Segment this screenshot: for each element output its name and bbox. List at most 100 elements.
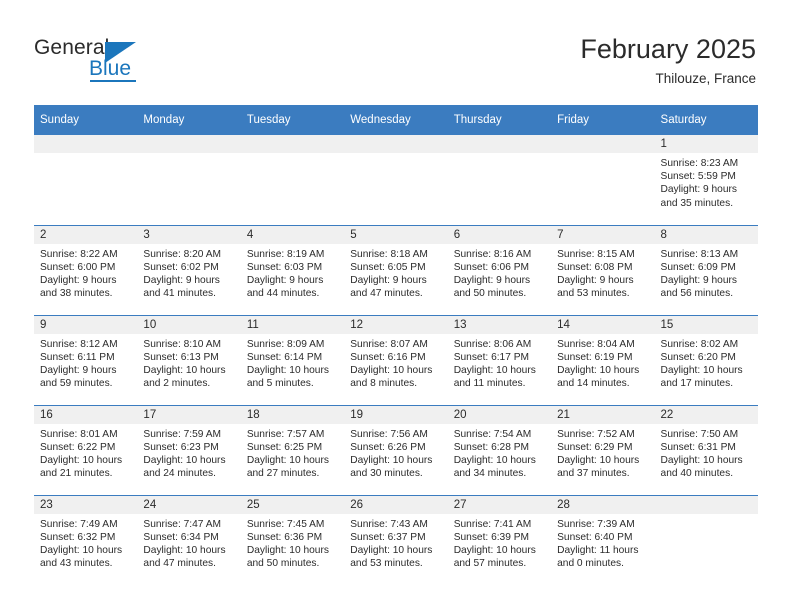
calendar-day-cell-empty xyxy=(240,135,345,223)
calendar-day-cell[interactable]: 17 Sunrise: 7:59 AM Sunset: 6:23 PM Dayligh… xyxy=(137,405,241,494)
day-detail-line: and 30 minutes. xyxy=(350,468,423,480)
day-detail-line: Sunset: 6:32 PM xyxy=(40,531,116,543)
calendar-day-cell[interactable]: 8 Sunrise: 8:13 AM Sunset: 6:09 PM Daylight… xyxy=(654,225,758,314)
day-detail-line: Daylight: 10 hours xyxy=(246,364,329,376)
calendar-day-cell[interactable]: 27 Sunrise: 7:41 AM Sunset: 6:39 PM Dayligh… xyxy=(447,495,552,584)
calendar-day-cell[interactable]: 3 Sunrise: 8:20 AM Sunset: 6:02 PM Daylight… xyxy=(137,225,241,314)
day-detail-line: Sunset: 6:06 PM xyxy=(453,261,530,273)
day-number: 3 xyxy=(137,225,241,244)
calendar-day-cell-empty xyxy=(344,135,448,223)
day-details: Sunrise: 8:10 AM Sunset: 6:13 PM Daylight:… xyxy=(137,334,240,391)
day-detail-line: Sunset: 6:11 PM xyxy=(40,351,115,363)
calendar-day-cell[interactable]: 28 Sunrise: 7:39 AM Sunset: 6:40 PM Dayligh… xyxy=(551,495,655,584)
day-details: Sunrise: 8:04 AM Sunset: 6:19 PM Daylight:… xyxy=(551,334,654,391)
day-detail-line: Sunrise: 8:18 AM xyxy=(350,248,428,260)
day-detail-line: Sunset: 6:17 PM xyxy=(453,351,530,363)
day-detail-line: and 47 minutes. xyxy=(143,558,216,570)
calendar-day-cell[interactable]: 22 Sunrise: 7:50 AM Sunset: 6:31 PM Dayligh… xyxy=(654,405,758,494)
day-detail-line: and 21 minutes. xyxy=(40,468,113,480)
calendar-day-cell[interactable]: 5 Sunrise: 8:18 AM Sunset: 6:05 PM Daylight… xyxy=(344,225,448,314)
calendar-day-cell[interactable]: 2 Sunrise: 8:22 AM Sunset: 6:00 PM Daylight… xyxy=(34,225,138,314)
day-detail-line: and 43 minutes. xyxy=(40,558,113,570)
day-details: Sunrise: 7:57 AM Sunset: 6:25 PM Daylight:… xyxy=(241,424,344,481)
calendar-body: 1 Sunrise: 8:23 AM Sunset: 5:59 PM Daylight… xyxy=(34,135,758,585)
calendar-day-cell[interactable]: 11 Sunrise: 8:09 AM Sunset: 6:14 PM Dayligh… xyxy=(240,315,345,404)
calendar-week-row: 1 Sunrise: 8:23 AM Sunset: 5:59 PM Daylight… xyxy=(34,135,758,225)
day-detail-line: and 50 minutes. xyxy=(246,558,320,570)
calendar-day-cell[interactable]: 19 Sunrise: 7:56 AM Sunset: 6:26 PM Dayligh… xyxy=(344,405,448,494)
day-details: Sunrise: 8:02 AM Sunset: 6:20 PM Daylight:… xyxy=(655,334,758,391)
calendar-day-cell[interactable]: 23 Sunrise: 7:49 AM Sunset: 6:32 PM Dayligh… xyxy=(34,495,138,584)
day-detail-line: and 14 minutes. xyxy=(557,378,630,390)
calendar-header-row: Sunday Monday Tuesday Wednesday Thursday Frid… xyxy=(34,105,758,135)
day-details xyxy=(655,514,758,518)
calendar-day-cell[interactable]: 4 Sunrise: 8:19 AM Sunset: 6:03 PM Daylight… xyxy=(240,225,345,314)
day-number: 11 xyxy=(240,315,345,334)
day-detail-line: Sunrise: 8:04 AM xyxy=(557,338,635,350)
day-details: Sunrise: 7:50 AM Sunset: 6:31 PM Daylight:… xyxy=(655,424,758,481)
day-number xyxy=(34,135,138,153)
day-detail-line: Sunset: 6:20 PM xyxy=(660,351,736,363)
calendar-day-cell[interactable]: 7 Sunrise: 8:15 AM Sunset: 6:08 PM Daylight… xyxy=(551,225,655,314)
day-detail-line: Sunrise: 8:09 AM xyxy=(246,338,325,350)
day-detail-line: Sunset: 6:00 PM xyxy=(40,261,116,273)
calendar-day-cell[interactable]: 15 Sunrise: 8:02 AM Sunset: 6:20 PM Dayligh… xyxy=(654,315,758,404)
calendar-day-cell[interactable]: 10 Sunrise: 8:10 AM Sunset: 6:13 PM Dayligh… xyxy=(137,315,241,404)
day-details: Sunrise: 8:18 AM Sunset: 6:05 PM Daylight:… xyxy=(344,244,447,301)
calendar-day-cell[interactable]: 1 Sunrise: 8:23 AM Sunset: 5:59 PM Daylight… xyxy=(654,135,758,223)
calendar-day-cell[interactable]: 6 Sunrise: 8:16 AM Sunset: 6:06 PM Daylight… xyxy=(447,225,552,314)
day-number: 18 xyxy=(240,405,345,424)
calendar-day-cell[interactable]: 20 Sunrise: 7:54 AM Sunset: 6:28 PM Dayligh… xyxy=(447,405,552,494)
calendar-day-cell[interactable]: 12 Sunrise: 8:07 AM Sunset: 6:16 PM Dayligh… xyxy=(344,315,448,404)
calendar-day-cell[interactable]: 21 Sunrise: 7:52 AM Sunset: 6:29 PM Dayligh… xyxy=(551,405,655,494)
day-detail-line: Sunset: 6:36 PM xyxy=(246,531,323,543)
day-detail-line: Daylight: 9 hours xyxy=(660,184,737,196)
day-number: 16 xyxy=(34,405,138,424)
day-detail-line: Sunrise: 8:06 AM xyxy=(453,338,532,350)
day-detail-line: and 35 minutes. xyxy=(660,197,734,209)
calendar-day-cell[interactable]: 26 Sunrise: 7:43 AM Sunset: 6:37 PM Dayligh… xyxy=(344,495,448,584)
calendar-day-cell[interactable]: 13 Sunrise: 8:06 AM Sunset: 6:17 PM Dayligh… xyxy=(447,315,552,404)
day-detail-line: and 53 minutes. xyxy=(350,558,423,570)
day-detail-line: Sunrise: 8:12 AM xyxy=(40,338,118,350)
day-detail-line: Sunrise: 7:56 AM xyxy=(350,428,428,440)
general-blue-logo[interactable]: General Blue xyxy=(34,36,214,86)
calendar-day-cell[interactable]: 16 Sunrise: 8:01 AM Sunset: 6:22 PM Dayligh… xyxy=(34,405,138,494)
day-details xyxy=(137,153,240,157)
day-detail-line: Daylight: 10 hours xyxy=(40,454,123,466)
weekday-header-saturday: Saturday xyxy=(654,105,758,135)
day-details: Sunrise: 7:41 AM Sunset: 6:39 PM Daylight:… xyxy=(448,514,551,571)
day-details: Sunrise: 7:56 AM Sunset: 6:26 PM Daylight:… xyxy=(344,424,447,481)
day-detail-line: and 56 minutes. xyxy=(660,288,734,300)
day-detail-line: and 27 minutes. xyxy=(246,468,320,480)
day-detail-line: and 17 minutes. xyxy=(660,378,734,390)
day-detail-line: Sunrise: 7:45 AM xyxy=(246,518,325,530)
day-detail-line: Sunset: 6:19 PM xyxy=(557,351,633,363)
day-detail-line: Daylight: 11 hours xyxy=(557,544,639,556)
calendar-day-cell[interactable]: 14 Sunrise: 8:04 AM Sunset: 6:19 PM Dayligh… xyxy=(551,315,655,404)
calendar-day-cell[interactable]: 25 Sunrise: 7:45 AM Sunset: 6:36 PM Dayligh… xyxy=(240,495,345,584)
day-details: Sunrise: 7:45 AM Sunset: 6:36 PM Daylight:… xyxy=(241,514,344,571)
calendar-week-row: 9 Sunrise: 8:12 AM Sunset: 6:11 PM Daylight… xyxy=(34,314,758,405)
day-detail-line: Sunrise: 8:07 AM xyxy=(350,338,428,350)
day-detail-line: Sunrise: 8:10 AM xyxy=(143,338,222,350)
calendar-day-cell[interactable]: 24 Sunrise: 7:47 AM Sunset: 6:34 PM Dayligh… xyxy=(137,495,241,584)
calendar-week-row: 23 Sunrise: 7:49 AM Sunset: 6:32 PM Dayligh… xyxy=(34,494,758,585)
day-details xyxy=(241,153,344,157)
day-details: Sunrise: 8:09 AM Sunset: 6:14 PM Daylight:… xyxy=(241,334,344,391)
day-detail-line: Sunset: 6:29 PM xyxy=(557,441,633,453)
day-number: 1 xyxy=(654,135,758,153)
calendar-day-cell[interactable]: 18 Sunrise: 7:57 AM Sunset: 6:25 PM Dayligh… xyxy=(240,405,345,494)
calendar-day-cell[interactable]: 9 Sunrise: 8:12 AM Sunset: 6:11 PM Daylight… xyxy=(34,315,138,404)
day-detail-line: Daylight: 10 hours xyxy=(246,544,329,556)
day-number: 8 xyxy=(654,225,758,244)
day-number: 14 xyxy=(551,315,655,334)
calendar-day-cell-empty xyxy=(137,135,241,223)
day-details: Sunrise: 8:06 AM Sunset: 6:17 PM Daylight:… xyxy=(448,334,551,391)
day-detail-line: Sunrise: 7:54 AM xyxy=(453,428,532,440)
day-detail-line: Daylight: 9 hours xyxy=(40,364,117,376)
day-detail-line: Daylight: 10 hours xyxy=(40,544,123,556)
day-details: Sunrise: 8:12 AM Sunset: 6:11 PM Daylight:… xyxy=(34,334,137,391)
day-details: Sunrise: 7:49 AM Sunset: 6:32 PM Daylight:… xyxy=(34,514,137,571)
day-detail-line: Sunset: 6:13 PM xyxy=(143,351,219,363)
